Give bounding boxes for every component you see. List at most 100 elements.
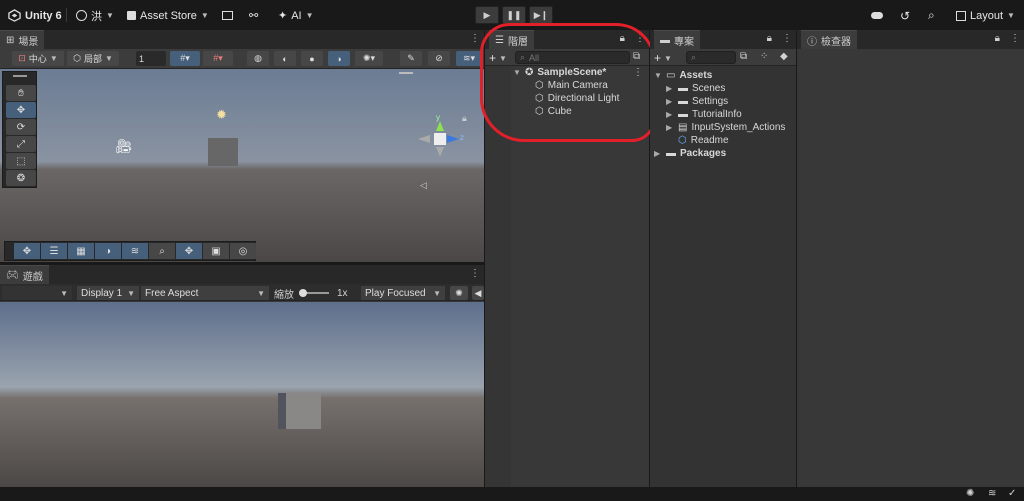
effects-dropdown[interactable]: ✺▾ — [355, 51, 383, 66]
filter-label-icon[interactable]: ⁘ — [760, 51, 768, 62]
sparkle-icon: ✦ — [278, 10, 288, 22]
sun-icon[interactable]: ✹ — [216, 107, 227, 123]
lock-icon[interactable]: 🔒︎ — [462, 113, 467, 124]
space-dropdown[interactable]: ⬡ 局部 ▼ — [67, 51, 119, 66]
game-mode-dropdown[interactable]: ▼ — [2, 286, 72, 300]
filter-type-icon[interactable]: ⧉ — [740, 51, 747, 62]
scale-icon: ⤢ — [17, 138, 25, 150]
mute-audio-button[interactable]: ◀ — [472, 286, 484, 300]
layout-dropdown[interactable]: Layout ▼ — [956, 7, 1015, 24]
tab-game[interactable]: 🎮︎ 遊戲 — [0, 265, 49, 284]
no-lighting-button[interactable]: ⊘ — [428, 51, 450, 66]
layers-dropdown[interactable]: ≋▾ — [456, 51, 482, 66]
project-folder-assets[interactable]: ▼ ▭ Assets — [654, 69, 712, 82]
step-button[interactable]: ▶❙ — [529, 6, 553, 24]
render-mode-button[interactable]: ◍ — [247, 51, 269, 66]
history-icon: ↺ — [900, 8, 911, 23]
project-folder-scenes[interactable]: ▶ ▬ Scenes — [666, 82, 725, 95]
pause-button[interactable]: ❚❚ — [502, 6, 526, 24]
overlay-align-button[interactable]: ☰ — [41, 243, 67, 259]
overlay-grid-button[interactable]: ▦ — [68, 243, 94, 259]
move-tool-button[interactable]: ✥ — [6, 102, 36, 118]
account-dropdown[interactable]: 洪 ▼ — [76, 7, 114, 24]
game-tab-menu[interactable]: ⋮ — [470, 268, 480, 279]
ai-dropdown[interactable]: ✦ AI ▼ — [278, 7, 314, 24]
unity-logo-button[interactable]: Unity 6 — [8, 7, 62, 24]
overlay-layers-button[interactable]: ≋ — [122, 243, 148, 259]
game-viewport[interactable] — [0, 302, 484, 487]
overlay-move-button[interactable]: ✥ — [14, 243, 40, 259]
history-button[interactable]: ↺ — [900, 7, 910, 24]
gizmo-y-arrow[interactable] — [436, 121, 444, 131]
project-folder-packages[interactable]: ▶ ▬ Packages — [654, 147, 726, 160]
cloud-button[interactable] — [871, 7, 883, 24]
lock-icon[interactable]: 🔒︎ — [995, 33, 1000, 44]
overlay-lighting-button[interactable]: ◑ — [95, 243, 121, 259]
project-asset-readme[interactable]: ⬡ Readme — [678, 134, 729, 147]
kebab-menu-icon[interactable]: ⋮ — [1010, 33, 1020, 44]
scene-viewport[interactable]: ✹ 🎥︎ ◁︎ y z 🔒︎ — [0, 69, 484, 262]
search-button[interactable]: ⌕ — [928, 7, 935, 24]
hand-tool-button[interactable]: ✋︎ — [6, 85, 36, 101]
grid-snap-toggle[interactable]: #▾ — [170, 51, 200, 66]
tag-icon[interactable]: ◆ — [780, 51, 788, 62]
transform-tool-button[interactable]: ❂ — [6, 170, 36, 186]
cube-object[interactable] — [208, 138, 238, 166]
overlay-handle[interactable] — [399, 72, 413, 74]
project-create-dropdown[interactable]: + ▼ — [654, 51, 672, 65]
project-search-input[interactable]: ⌕ — [686, 51, 736, 64]
rotate-icon: ⟳ — [16, 121, 26, 133]
kebab-menu-icon[interactable]: ⋮ — [782, 33, 792, 44]
chevron-down-icon: ▼ — [305, 11, 314, 20]
display-dropdown[interactable]: Display 1 ▼ — [77, 286, 139, 300]
lock-icon[interactable]: 🔒︎ — [767, 33, 772, 44]
gizmo-tool-button[interactable]: ✎ — [400, 51, 422, 66]
overlay-pivot-button[interactable]: ✥ — [176, 243, 202, 259]
bug-icon[interactable]: ✺ — [966, 488, 974, 499]
scene-tab-menu[interactable]: ⋮ — [470, 33, 480, 44]
pivot-dropdown[interactable]: ⊡ 中心 ▼ — [12, 51, 64, 66]
aspect-dropdown[interactable]: Free Aspect ▼ — [141, 286, 269, 300]
version-control-button[interactable]: ⚯ — [249, 7, 258, 24]
game-stats-button[interactable]: ✺ — [450, 286, 468, 300]
chevron-down-icon: ▼ — [200, 11, 209, 20]
shaded-wireframe-button[interactable]: ◐ — [274, 51, 296, 66]
project-asset-inputactions[interactable]: ▶ ▤ InputSystem_Actions — [666, 121, 785, 134]
moon-icon: ◑ — [104, 245, 112, 257]
grid-size-input[interactable]: 1 — [136, 51, 166, 66]
asset-store-dropdown[interactable]: Asset Store ▼ — [127, 7, 209, 24]
orientation-gizmo[interactable]: y z 🔒︎ — [414, 113, 467, 169]
overlay-navigation-button[interactable]: ◎ — [230, 243, 256, 259]
scale-slider-thumb[interactable] — [299, 289, 307, 297]
rect-tool-button[interactable]: ⬚ — [6, 153, 36, 169]
tab-inspector[interactable]: ⓘ 檢查器 — [801, 30, 857, 49]
layers-icon[interactable]: ≋ — [988, 488, 996, 499]
gizmo-z-arrow[interactable] — [447, 135, 459, 143]
check-icon[interactable]: ✓ — [1008, 488, 1016, 499]
tab-scene[interactable]: ⊞ 場景 — [0, 30, 45, 49]
scale-tool-button[interactable]: ⤢ — [6, 136, 36, 152]
sphere-icon: ● — [309, 53, 315, 64]
camera-icon[interactable]: 🎥︎ — [115, 138, 133, 155]
compass-icon: ◎ — [238, 245, 248, 257]
lit-button[interactable]: ◑ — [328, 51, 350, 66]
gizmo-center-cube[interactable] — [434, 133, 446, 145]
overlay-search-button[interactable]: ⌕ — [149, 243, 175, 259]
palette-handle[interactable] — [13, 75, 27, 77]
package-manager-button[interactable] — [222, 7, 233, 24]
project-folder-settings[interactable]: ▶ ▬ Settings — [666, 95, 728, 108]
layout-label: Layout — [970, 9, 1004, 22]
overlay-camera-button[interactable]: ▣ — [203, 243, 229, 259]
game-tabbar: 🎮︎ 遊戲 ⋮ — [0, 265, 484, 284]
gizmo-y-neg-arrow[interactable] — [436, 147, 444, 157]
gizmo-x-neg-arrow[interactable] — [418, 135, 430, 143]
play-mode-dropdown[interactable]: Play Focused ▼ — [361, 286, 445, 300]
shaded-button[interactable]: ● — [301, 51, 323, 66]
play-button[interactable]: ▶ — [475, 6, 499, 24]
tab-project[interactable]: ▬ 專案 — [654, 30, 700, 49]
play-mode-label: Play Focused — [365, 287, 426, 299]
increment-snap-toggle[interactable]: #▾ — [203, 51, 233, 66]
project-folder-tutorialinfo[interactable]: ▶ ▬ TutorialInfo — [666, 108, 742, 121]
rotate-tool-button[interactable]: ⟳ — [6, 119, 36, 135]
account-label: 洪 — [91, 10, 102, 23]
